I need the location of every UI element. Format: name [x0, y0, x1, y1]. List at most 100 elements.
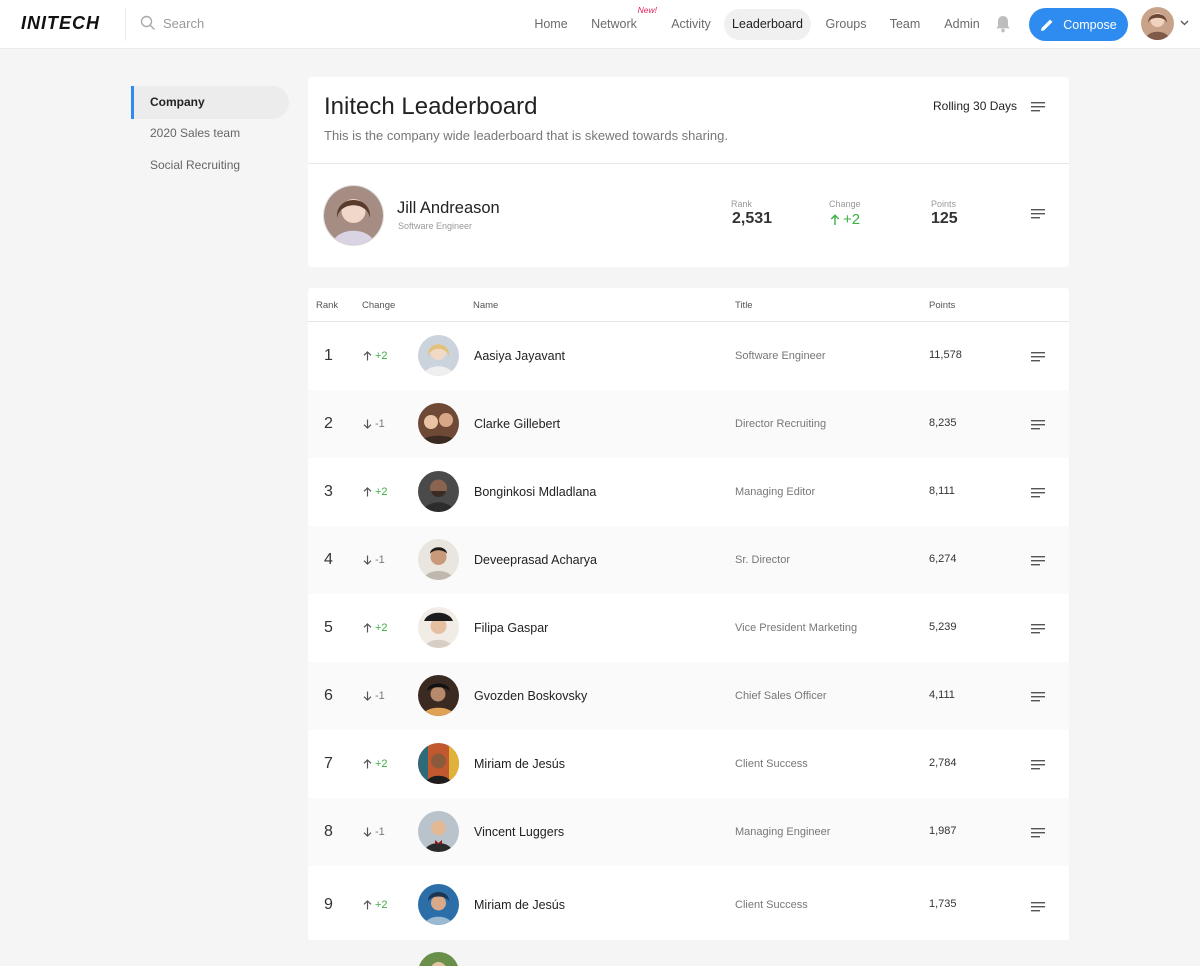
- menu-icon[interactable]: [1031, 102, 1045, 112]
- arrow-down-icon: [363, 691, 372, 701]
- compose-button[interactable]: Compose: [1029, 8, 1128, 41]
- row-menu-icon[interactable]: [1031, 420, 1045, 430]
- arrow-up-icon: [363, 900, 372, 910]
- chevron-down-icon[interactable]: [1180, 20, 1189, 26]
- avatar[interactable]: [418, 607, 459, 648]
- table-row[interactable]: 5 +2 Filipa Gaspar Vice President Market…: [308, 594, 1069, 662]
- avatar[interactable]: [418, 884, 459, 925]
- column-header-rank: Rank: [316, 300, 339, 311]
- change-label: Change: [829, 199, 861, 209]
- row-change: +2: [363, 486, 388, 498]
- row-points: 2,784: [929, 757, 957, 769]
- nav-activity[interactable]: Activity: [666, 9, 716, 40]
- row-points: 1,735: [929, 898, 957, 910]
- row-menu-icon[interactable]: [1031, 828, 1045, 838]
- app-logo[interactable]: INITECH: [21, 13, 100, 34]
- current-user-title: Software Engineer: [398, 221, 473, 231]
- top-navigation-bar: INITECH Home Network New! Activity Leade…: [0, 0, 1200, 49]
- table-row[interactable]: 3 +2 Bonginkosi Mdladlana Managing Edito…: [308, 458, 1069, 526]
- row-name[interactable]: Aasiya Jayavant: [474, 349, 565, 363]
- row-change: -1: [363, 690, 385, 702]
- row-name[interactable]: Miriam de Jesús: [474, 898, 565, 912]
- nav-groups[interactable]: Groups: [821, 9, 871, 40]
- column-header-name: Name: [473, 300, 499, 311]
- compose-label: Compose: [1063, 17, 1117, 32]
- row-title: Vice President Marketing: [735, 622, 858, 634]
- row-name[interactable]: Vincent Luggers: [474, 825, 564, 839]
- row-rank: 2: [324, 415, 333, 432]
- sidebar-item-company[interactable]: Company: [131, 86, 289, 119]
- row-menu-icon[interactable]: [1031, 556, 1045, 566]
- bell-icon[interactable]: [995, 15, 1011, 33]
- menu-icon[interactable]: [1031, 209, 1045, 219]
- period-selector[interactable]: Rolling 30 Days: [933, 99, 1017, 113]
- row-menu-icon[interactable]: [1031, 692, 1045, 702]
- row-change-value: +2: [375, 486, 388, 498]
- table-row[interactable]: 4 -1 Deveeprasad Acharya Sr. Director 6,…: [308, 526, 1069, 594]
- row-menu-icon[interactable]: [1031, 488, 1045, 498]
- row-rank: 7: [324, 755, 333, 772]
- page-subtitle: This is the company wide leaderboard tha…: [324, 128, 728, 143]
- row-menu-icon[interactable]: [1031, 902, 1045, 912]
- row-points: 8,235: [929, 417, 957, 429]
- row-menu-icon[interactable]: [1031, 760, 1045, 770]
- avatar[interactable]: [418, 675, 459, 716]
- row-title: Managing Engineer: [735, 826, 831, 838]
- row-points: 11,578: [929, 349, 962, 361]
- table-row[interactable]: 1 +2 Aasiya Jayavant Software Engineer 1…: [308, 322, 1069, 390]
- table-row[interactable]: 8 -1 Vincent Luggers Managing Engineer 1…: [308, 798, 1069, 866]
- avatar[interactable]: [418, 743, 459, 784]
- row-title: Software Engineer: [735, 350, 826, 362]
- table-row[interactable]: 9 +2 Miriam de Jesús Client Success 1,73…: [308, 866, 1069, 936]
- row-name[interactable]: Gvozden Boskovsky: [474, 689, 587, 703]
- row-change-value: +2: [375, 899, 388, 911]
- user-avatar[interactable]: [1141, 7, 1174, 40]
- row-change-value: +2: [375, 622, 388, 634]
- row-change: +2: [363, 622, 388, 634]
- current-user-name: Jill Andreason: [397, 199, 500, 217]
- row-name[interactable]: Filipa Gaspar: [474, 621, 548, 635]
- avatar[interactable]: [418, 471, 459, 512]
- arrow-down-icon: [363, 419, 372, 429]
- row-change-value: -1: [375, 826, 385, 838]
- arrow-up-icon: [363, 759, 372, 769]
- row-change-value: -1: [375, 418, 385, 430]
- sidebar-item-sales-team[interactable]: 2020 Sales team: [131, 117, 289, 150]
- row-change-value: +2: [375, 350, 388, 362]
- row-change-value: -1: [375, 690, 385, 702]
- sidebar-item-social-recruiting[interactable]: Social Recruiting: [131, 149, 289, 182]
- nav-team[interactable]: Team: [884, 9, 926, 40]
- arrow-up-icon: [363, 351, 372, 361]
- column-header-points: Points: [929, 300, 956, 311]
- row-name[interactable]: Bonginkosi Mdladlana: [474, 485, 596, 499]
- table-row[interactable]: 2 -1 Clarke Gillebert Director Recruitin…: [308, 390, 1069, 458]
- logo-divider: [125, 8, 126, 41]
- row-menu-icon[interactable]: [1031, 352, 1045, 362]
- search-box[interactable]: [140, 15, 313, 31]
- table-row[interactable]: 6 -1 Gvozden Boskovsky Chief Sales Offic…: [308, 662, 1069, 730]
- row-points: 5,239: [929, 621, 957, 633]
- avatar[interactable]: [418, 811, 459, 852]
- nav-leaderboard[interactable]: Leaderboard: [724, 9, 811, 40]
- avatar[interactable]: [418, 539, 459, 580]
- leaderboard-table: Rank Change Name Title Points 1 +2 Aasiy…: [308, 288, 1069, 940]
- nav-admin[interactable]: Admin: [940, 9, 984, 40]
- rank-label: Rank: [731, 199, 753, 209]
- row-name[interactable]: Clarke Gillebert: [474, 417, 560, 431]
- avatar[interactable]: [418, 952, 459, 966]
- row-points: 1,987: [929, 825, 957, 837]
- arrow-up-icon: [830, 213, 840, 225]
- new-badge: New!: [637, 5, 657, 15]
- row-title: Client Success: [735, 758, 808, 770]
- nav-network-label: Network: [591, 17, 637, 31]
- search-input[interactable]: [163, 15, 313, 31]
- row-name[interactable]: Miriam de Jesús: [474, 757, 565, 771]
- table-row[interactable]: 7 +2 Miriam de Jesús Client Success 2,78…: [308, 730, 1069, 798]
- nav-network[interactable]: Network New!: [590, 5, 657, 40]
- row-name[interactable]: Deveeprasad Acharya: [474, 553, 597, 567]
- nav-home[interactable]: Home: [528, 9, 574, 40]
- avatar[interactable]: [418, 335, 459, 376]
- avatar[interactable]: [418, 403, 459, 444]
- row-title: Chief Sales Officer: [735, 690, 827, 702]
- row-menu-icon[interactable]: [1031, 624, 1045, 634]
